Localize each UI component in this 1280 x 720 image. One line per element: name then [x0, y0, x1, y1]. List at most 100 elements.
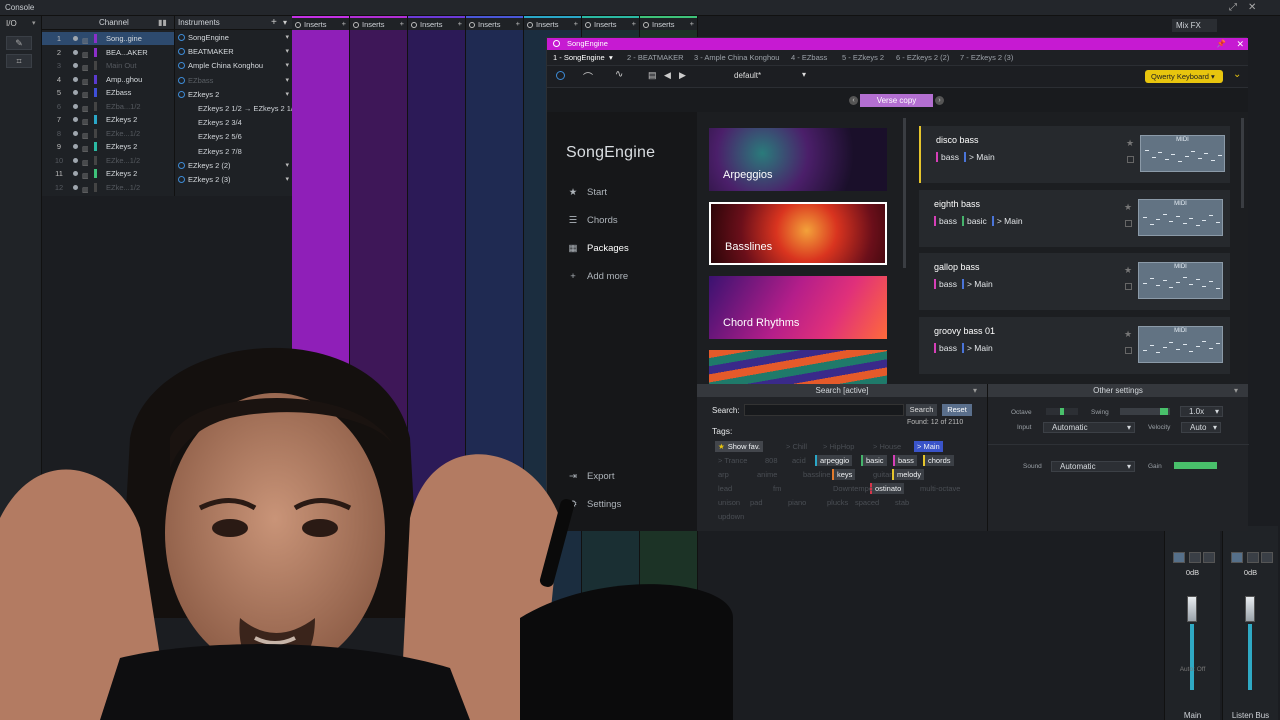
instrument-row[interactable]: EZkeys 2 (3) ▾ [175, 173, 293, 187]
chevron-down-icon[interactable]: ▾ [285, 45, 289, 59]
channel-visible-icon[interactable] [73, 76, 78, 82]
power-icon[interactable] [353, 22, 359, 28]
octave-selector[interactable] [1046, 408, 1078, 415]
favorite-star-icon[interactable]: ★ [1124, 329, 1132, 340]
copy-icon[interactable] [1125, 346, 1132, 354]
channel-row[interactable]: 12 ▥ EZke...1/2 [42, 181, 174, 194]
mic-icon[interactable] [1247, 552, 1259, 563]
channel-visible-icon[interactable] [73, 184, 78, 190]
power-icon[interactable] [178, 34, 185, 41]
channel-row[interactable]: 5 ▥ EZbass [42, 86, 174, 99]
chevron-down-icon[interactable]: ▾ [285, 59, 289, 73]
chevron-down-icon[interactable]: ▾ [285, 31, 289, 45]
chevron-down-icon[interactable]: ▾ [285, 74, 289, 88]
automation-icon[interactable]: ∿ [615, 69, 623, 80]
meter-icon[interactable]: ▮▮ [158, 18, 167, 27]
chevron-down-icon[interactable]: ▾ [285, 159, 289, 173]
compare-icon[interactable]: ⌒ [583, 69, 593, 84]
inserts-header[interactable]: Inserts + [524, 16, 581, 30]
save-icon[interactable]: ▤ [648, 70, 657, 81]
chevron-down-icon[interactable]: ▾ [285, 173, 289, 187]
midi-preview[interactable]: MIDI [1138, 198, 1223, 236]
tag-filter-off[interactable]: pad [747, 497, 766, 508]
instrument-row[interactable]: Ample China Konghou ▾ [175, 59, 293, 73]
channel-visible-icon[interactable] [73, 130, 78, 136]
copy-icon[interactable] [1125, 283, 1132, 290]
power-icon[interactable] [411, 22, 417, 28]
tag-filter-off[interactable]: multi-octave [917, 483, 963, 494]
tag-filter-on[interactable]: bass [893, 455, 917, 466]
channel-visible-icon[interactable] [73, 103, 78, 109]
plugin-titlebar[interactable]: SongEngine 📌 ✕ [547, 38, 1248, 50]
routing-icon[interactable]: ⌗ [6, 54, 32, 68]
instrument-row[interactable]: EZkeys 2 7/8 [175, 145, 293, 159]
inserts-header[interactable]: Inserts + [350, 16, 407, 30]
tag-filter-off[interactable]: stab [892, 497, 912, 508]
add-insert-icon[interactable]: + [574, 17, 578, 31]
favorite-star-icon[interactable]: ★ [1126, 138, 1134, 149]
power-icon[interactable] [178, 76, 185, 84]
other-settings-header[interactable]: Other settings ▾ [988, 384, 1248, 397]
channel-row[interactable]: 10 ▥ EZke...1/2 [42, 154, 174, 167]
close-icon[interactable]: ✕ [1248, 2, 1256, 13]
plugin-tab[interactable]: 4 - EZbass [791, 50, 827, 66]
tag-filter-off[interactable]: > House [870, 441, 904, 452]
gain-slider[interactable] [1174, 462, 1217, 469]
instrument-row[interactable]: BEATMAKER ▾ [175, 45, 293, 59]
tag-filter-off[interactable]: bassline [800, 469, 834, 480]
tag-filter-off[interactable]: spaced [852, 497, 882, 508]
mic-icon[interactable] [1189, 552, 1201, 563]
plugin-tab[interactable]: 6 - EZkeys 2 (2) [896, 50, 949, 66]
plugin-tab[interactable]: 1 - SongEngine [553, 50, 605, 66]
nav-add-more[interactable]: + Add more [567, 270, 628, 284]
inserts-header[interactable]: Inserts + [640, 16, 697, 30]
tag-filter-off[interactable]: guitar [870, 469, 895, 480]
tag-filter-on[interactable]: arpeggio [815, 455, 853, 466]
chevron-down-icon[interactable]: ▾ [32, 19, 36, 27]
power-icon[interactable] [178, 62, 185, 70]
plugin-tab[interactable]: 7 - EZkeys 2 (3) [960, 50, 1013, 66]
tag-filter-off[interactable]: plucks [824, 497, 851, 508]
tag-filter-off[interactable]: > Chill [783, 441, 810, 452]
add-insert-icon[interactable]: + [342, 17, 346, 31]
plugin-tab[interactable]: 3 - Ample China Konghou [694, 50, 779, 66]
expand-icon[interactable]: ⌄ [1233, 69, 1241, 80]
power-icon[interactable] [469, 22, 475, 28]
pattern-card[interactable]: disco bass bass > Main ★ MIDI [919, 126, 1230, 183]
search-panel-header[interactable]: Search [active] ▾ [697, 384, 987, 397]
tag-filter-off[interactable]: Downtempo [830, 483, 876, 494]
instrument-row[interactable]: EZkeys 2 ▾ [175, 88, 293, 102]
pattern-scrollbar[interactable] [1241, 118, 1244, 208]
instrument-row[interactable]: EZbass ▾ [175, 74, 293, 88]
add-insert-icon[interactable]: + [632, 17, 636, 31]
inserts-header[interactable]: Inserts + [466, 16, 523, 30]
tag-filter-off[interactable]: 808 [762, 455, 781, 466]
input-dropdown[interactable]: Automatic [1043, 422, 1135, 433]
volume-fader[interactable] [1187, 596, 1197, 622]
tag-filter-on[interactable]: > Main [914, 441, 943, 452]
search-button[interactable]: Search [906, 404, 937, 416]
add-instrument-icon[interactable]: + [271, 17, 277, 28]
instrument-row[interactable]: EZkeys 2 (2) ▾ [175, 159, 293, 173]
tag-filter-off[interactable]: piano [785, 497, 809, 508]
next-section-icon[interactable]: › [935, 96, 944, 105]
channel-visible-icon[interactable] [73, 117, 78, 122]
power-icon[interactable] [178, 90, 185, 98]
tag-filter-on[interactable]: keys [832, 469, 856, 480]
favorite-star-icon[interactable]: ★ [1124, 202, 1132, 213]
link-icon[interactable] [1261, 552, 1273, 563]
power-icon[interactable] [178, 176, 185, 183]
channel-visible-icon[interactable] [73, 49, 78, 55]
monitor-icon[interactable] [1173, 552, 1185, 563]
rate-dropdown[interactable]: 1.0x [1180, 406, 1223, 417]
package-card[interactable]: Arpeggios [709, 128, 887, 191]
tag-filter-off[interactable]: anime [754, 469, 780, 480]
swing-slider[interactable] [1120, 408, 1170, 415]
channel-row[interactable]: 8 ▥ EZke...1/2 [42, 127, 174, 140]
chevron-down-icon[interactable]: ▾ [285, 88, 289, 102]
chevron-down-icon[interactable]: ▾ [283, 18, 287, 27]
monitor-icon[interactable] [1231, 552, 1243, 563]
instrument-row[interactable]: EZkeys 2 5/6 [175, 130, 293, 144]
power-icon[interactable] [178, 48, 185, 56]
tag-filter-off[interactable]: > HipHop [820, 441, 857, 452]
